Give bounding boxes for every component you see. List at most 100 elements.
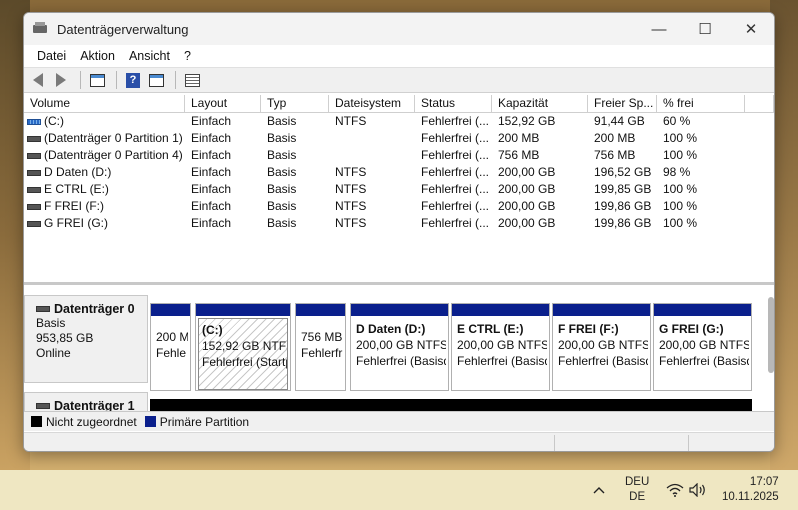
volume-cell-prozent-frei: 98 % xyxy=(663,165,691,179)
volume-row[interactable]: G FREI (G:) Einfach Basis NTFS Fehlerfrei (.… xyxy=(24,215,774,232)
partition-block[interactable]: D Daten (D:) 200,00 GB NTFS Fehlerfrei (Ba… xyxy=(350,303,449,391)
volume-row[interactable]: F FREI (F:) Einfach Basis NTFS Fehlerfrei (.… xyxy=(24,198,774,215)
volume-cell-prozent-frei: 60 % xyxy=(663,114,691,128)
volume-row[interactable]: (Datenträger 0 Partition 1) Einfach Basis F… xyxy=(24,130,774,147)
toolbar: ? xyxy=(24,67,774,93)
properties-button[interactable] xyxy=(182,70,202,90)
volume-cell-volume: E CTRL (E:) xyxy=(24,181,185,198)
partition-name: (C:) xyxy=(202,323,223,337)
partition-color-bar xyxy=(151,304,190,316)
disk-0-state: Online xyxy=(36,346,71,360)
volume-name: (C:) xyxy=(44,114,64,128)
volume-cell-volume: (Datenträger 0 Partition 4) xyxy=(24,147,185,164)
volume-cell-kapazitaet: 200,00 GB xyxy=(498,199,556,213)
column-header-dateisystem[interactable]: Dateisystem xyxy=(329,95,415,113)
column-header-kapazitaet[interactable]: Kapazität xyxy=(492,95,588,113)
help-icon: ? xyxy=(126,72,140,88)
partition-status: Fehlerfrei (Basisd xyxy=(356,354,446,368)
volume-cell-freier-speicher: 91,44 GB xyxy=(594,114,645,128)
partition-color-bar xyxy=(452,304,549,316)
menu-ansicht[interactable]: Ansicht xyxy=(122,49,177,63)
volume-cell-freier-speicher: 200 MB xyxy=(594,131,636,145)
volume-name: (Datenträger 0 Partition 4) xyxy=(44,148,183,162)
menu-help[interactable]: ? xyxy=(177,49,198,63)
disk-icon xyxy=(36,403,50,409)
partition-name: D Daten (D:) xyxy=(356,322,426,336)
disk-0-label[interactable]: Datenträger 0 Basis 953,85 GB Online xyxy=(24,295,148,383)
column-header-typ[interactable]: Typ xyxy=(261,95,329,113)
column-header-status[interactable]: Status xyxy=(415,95,492,113)
volume-name: (Datenträger 0 Partition 1) xyxy=(44,131,183,145)
partition-status: Fehlerfrei (Basisd xyxy=(659,354,749,368)
clock[interactable]: 17:07 10.11.2025 xyxy=(722,470,779,510)
volume-cell-layout: Einfach xyxy=(191,114,232,128)
volume-cell-kapazitaet: 756 MB xyxy=(498,148,540,162)
network-volume-button[interactable] xyxy=(666,470,707,510)
toolbar-separator xyxy=(116,71,117,89)
partition-block[interactable]: 200 M Fehle xyxy=(150,303,191,391)
partition-color-bar xyxy=(196,304,290,316)
volume-row[interactable]: (Datenträger 0 Partition 4) Einfach Basis F… xyxy=(24,147,774,164)
volume-cell-freier-speicher: 199,85 GB xyxy=(594,182,652,196)
close-button[interactable]: ✕ xyxy=(728,13,774,45)
volume-cell-layout: Einfach xyxy=(191,199,232,213)
clock-date: 10.11.2025 xyxy=(722,491,779,503)
column-header-freier-speicher[interactable]: Freier Sp... xyxy=(588,95,657,113)
partition-body: 756 MB Fehlerfr xyxy=(298,318,343,390)
back-button[interactable] xyxy=(28,70,48,90)
partition-size: 200,00 GB NTFS xyxy=(558,338,648,352)
volume-cell-prozent-frei: 100 % xyxy=(663,216,698,230)
partition-block[interactable]: (C:) 152,92 GB NTFS Fehlerfrei (Startp xyxy=(195,303,291,391)
unallocated-swatch xyxy=(31,416,42,427)
volume-cell-status: Fehlerfrei (... xyxy=(421,182,490,196)
partition-body: D Daten (D:) 200,00 GB NTFS Fehlerfrei (Ba… xyxy=(353,318,446,390)
volume-cell-prozent-frei: 100 % xyxy=(663,131,698,145)
partition-color-bar xyxy=(553,304,650,316)
column-header-volume[interactable]: Volume xyxy=(24,95,185,113)
partition-block[interactable]: F FREI (F:) 200,00 GB NTFS Fehlerfrei (Bas… xyxy=(552,303,651,391)
volume-cell-typ: Basis xyxy=(267,199,297,213)
menu-datei[interactable]: Datei xyxy=(30,49,73,63)
minimize-button[interactable]: — xyxy=(636,13,682,45)
volume-row[interactable]: (C:) Einfach Basis NTFS Fehlerfrei (... 152,9… xyxy=(24,113,774,130)
volume-name: E CTRL (E:) xyxy=(44,182,109,196)
volume-cell-layout: Einfach xyxy=(191,182,232,196)
partition-block[interactable]: G FREI (G:) 200,00 GB NTFS Fehlerfrei (Bas… xyxy=(653,303,752,391)
title-bar[interactable]: Datenträgerverwaltung — ☐ ✕ xyxy=(24,13,774,45)
volume-cell-freier-speicher: 199,86 GB xyxy=(594,199,652,213)
volume-cell-typ: Basis xyxy=(267,216,297,230)
partition-body: 200 M Fehle xyxy=(153,318,188,390)
volume-icon xyxy=(27,118,41,125)
column-header-layout[interactable]: Layout xyxy=(185,95,261,113)
forward-button[interactable] xyxy=(51,70,71,90)
partition-block[interactable]: 756 MB Fehlerfr xyxy=(295,303,346,391)
volume-cell-kapazitaet: 200,00 GB xyxy=(498,165,556,179)
disk-1-unallocated-bar[interactable] xyxy=(150,399,752,411)
menu-aktion[interactable]: Aktion xyxy=(73,49,122,63)
taskbar: DEU DE 17:07 10.11.2025 xyxy=(0,470,798,510)
volume-row[interactable]: D Daten (D:) Einfach Basis NTFS Fehlerfrei (… xyxy=(24,164,774,181)
volume-row[interactable]: E CTRL (E:) Einfach Basis NTFS Fehlerfrei (.… xyxy=(24,181,774,198)
volume-cell-freier-speicher: 199,86 GB xyxy=(594,216,652,230)
disk-1-label[interactable]: Datenträger 1 xyxy=(24,392,148,413)
clock-time: 17:07 xyxy=(749,476,779,488)
volume-cell-volume: G FREI (G:) xyxy=(24,215,185,232)
show-hide-action-pane-button[interactable] xyxy=(146,70,166,90)
volume-icon xyxy=(27,220,41,227)
maximize-button[interactable]: ☐ xyxy=(682,13,728,45)
partition-block[interactable]: E CTRL (E:) 200,00 GB NTFS Fehlerfrei (Bas… xyxy=(451,303,550,391)
input-language-indicator[interactable]: DEU DE xyxy=(625,470,649,510)
column-header-prozent-frei[interactable]: % frei xyxy=(657,95,745,113)
show-hidden-icons-button[interactable] xyxy=(592,470,606,510)
volume-cell-volume: (Datenträger 0 Partition 1) xyxy=(24,130,185,147)
disk-view-scrollbar[interactable] xyxy=(768,297,774,373)
volume-name: F FREI (F:) xyxy=(44,199,104,213)
speaker-icon xyxy=(689,483,705,497)
show-hide-console-tree-button[interactable] xyxy=(87,70,107,90)
legend-unallocated: Nicht zugeordnet xyxy=(46,414,137,429)
partition-color-bar xyxy=(296,304,345,316)
volume-cell-prozent-frei: 100 % xyxy=(663,148,698,162)
help-button[interactable]: ? xyxy=(123,70,143,90)
wifi-icon xyxy=(666,483,684,497)
volume-list: Volume Layout Typ Dateisystem Status Kap… xyxy=(24,95,774,285)
